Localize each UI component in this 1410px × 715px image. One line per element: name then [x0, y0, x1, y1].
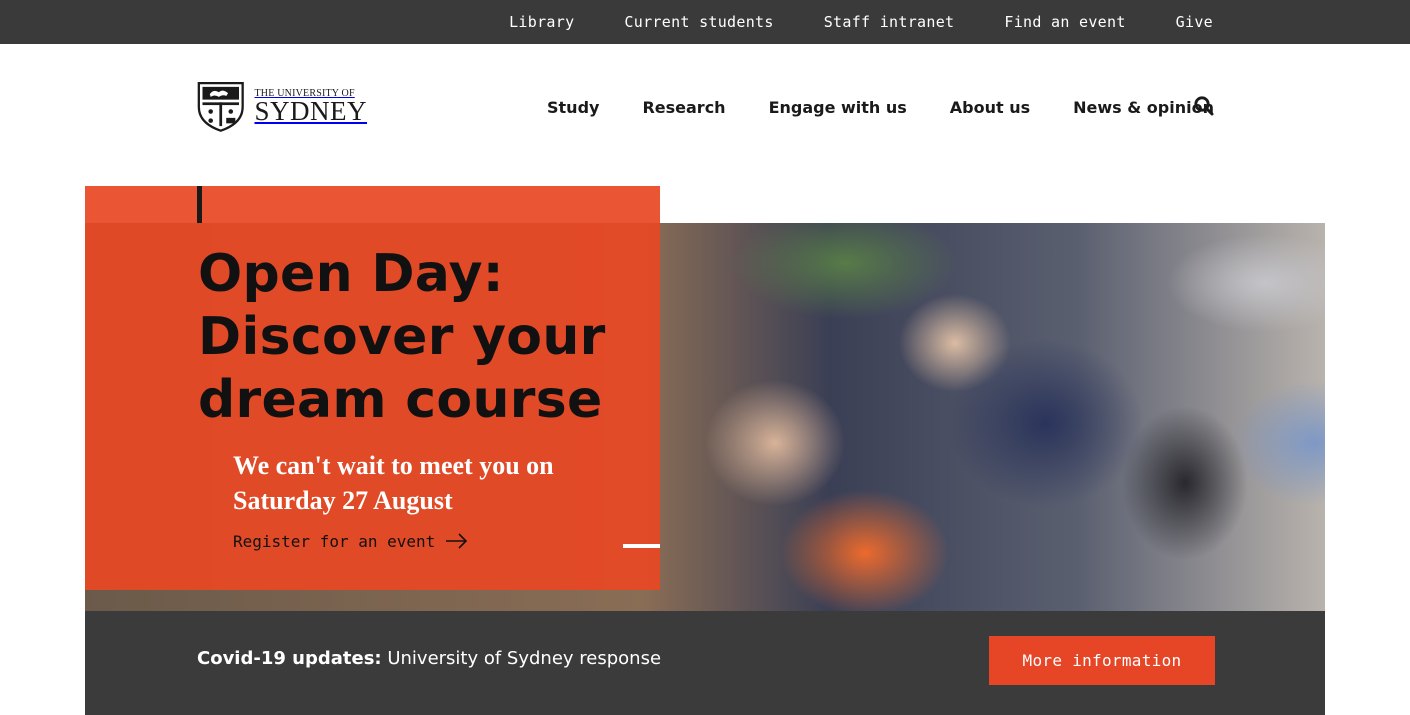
university-logo[interactable]: THE UNIVERSITY OF SYDNEY [197, 77, 367, 135]
utility-nav-item-give: Give [1176, 13, 1213, 32]
utility-nav-item-find-event: Find an event [1004, 13, 1125, 32]
covid-updates-description: University of Sydney response [381, 648, 662, 669]
search-icon [1194, 96, 1214, 116]
staff-intranet-link[interactable]: Staff intranet [824, 13, 955, 31]
search-button[interactable] [1193, 95, 1215, 117]
nav-engage-with-us[interactable]: Engage with us [769, 98, 907, 117]
utility-nav-item-library: Library [509, 13, 574, 32]
utility-bar: Library Current students Staff intranet … [0, 0, 1410, 44]
find-an-event-link[interactable]: Find an event [1004, 13, 1125, 31]
hero-carousel-indicator [623, 544, 660, 548]
current-students-link[interactable]: Current students [624, 13, 773, 31]
more-information-button[interactable]: More information [989, 636, 1215, 685]
hero-title: Open Day: Discover your dream course [198, 244, 606, 430]
register-event-label: Register for an event [233, 531, 436, 551]
utility-nav-item-staff-intranet: Staff intranet [824, 13, 955, 32]
hero-accent-rule [197, 186, 202, 223]
logo-line-2: SYDNEY [254, 96, 367, 126]
covid-updates-text: Covid-19 updates: University of Sydney r… [197, 648, 661, 669]
nav-about-us[interactable]: About us [950, 98, 1030, 117]
register-event-link[interactable]: Register for an event [233, 528, 469, 554]
library-link[interactable]: Library [509, 13, 574, 31]
utility-nav: Library Current students Staff intranet … [459, 0, 1213, 44]
nav-study[interactable]: Study [547, 98, 599, 117]
covid-updates-label: Covid-19 updates: [197, 648, 382, 669]
hero-subtitle: We can't wait to meet you on Saturday 27… [233, 451, 554, 515]
main-nav: Study Research Engage with us About us N… [547, 94, 1214, 120]
give-link[interactable]: Give [1176, 13, 1213, 31]
logo-wordmark: THE UNIVERSITY OF SYDNEY [254, 89, 367, 126]
crest-icon [197, 82, 244, 132]
utility-nav-item-current-students: Current students [624, 13, 773, 32]
nav-research[interactable]: Research [642, 98, 725, 117]
arrow-right-icon [446, 533, 468, 549]
